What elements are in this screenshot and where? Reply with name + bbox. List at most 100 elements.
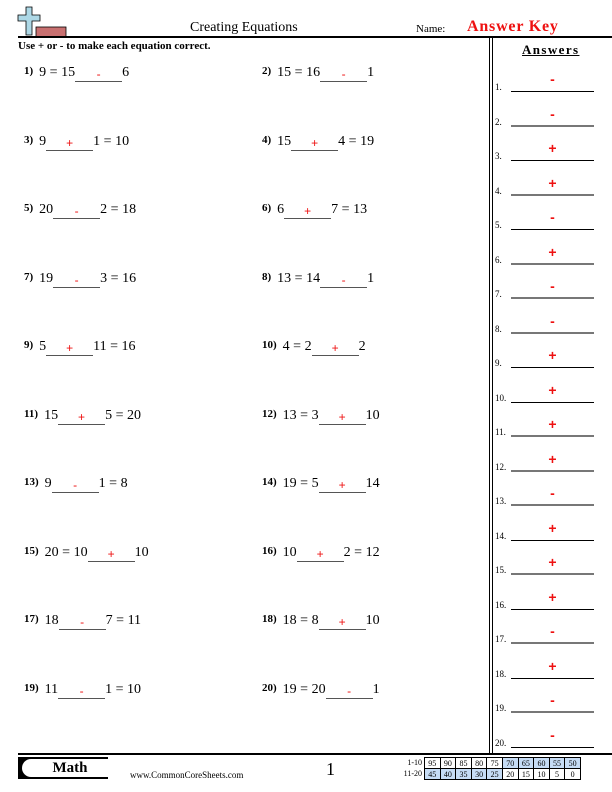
problem-number: 18)	[262, 613, 277, 625]
problem-right: 5 = 20	[105, 407, 141, 423]
answer-blank[interactable]: +	[284, 204, 332, 219]
answer-number: 12.	[495, 461, 507, 472]
answer-field[interactable]: -	[511, 486, 594, 506]
website-link[interactable]: www.CommonCoreSheets.com	[130, 770, 243, 780]
answer-blank[interactable]: +	[46, 136, 94, 151]
problem-right: 10	[365, 407, 380, 423]
answer-field[interactable]: +	[511, 176, 594, 196]
answer-field[interactable]: +	[511, 245, 594, 265]
answer-row-16: 16. +	[495, 590, 610, 610]
answer-field[interactable]: +	[511, 141, 594, 161]
subject-label: Math	[22, 759, 118, 777]
answer-row-10: 10. +	[495, 383, 610, 403]
answer-field[interactable]: +	[511, 555, 594, 575]
answer-blank[interactable]: -	[58, 615, 106, 630]
answer-field[interactable]: -	[511, 210, 594, 230]
answer-field[interactable]: +	[511, 659, 594, 679]
answer-blank[interactable]: +	[311, 341, 359, 356]
answer-row-4: 4. +	[495, 176, 610, 196]
answer-field[interactable]: +	[511, 452, 594, 472]
answer-number: 20.	[495, 737, 507, 748]
problem-number: 3)	[24, 133, 34, 146]
score-cell: 80	[470, 757, 488, 769]
problem-left: 13 = 14	[277, 270, 321, 286]
answer-blank[interactable]: +	[87, 547, 135, 562]
answer-number: 3.	[495, 151, 502, 161]
answer-blank[interactable]: -	[58, 684, 106, 699]
answer-number: 4.	[495, 185, 502, 196]
answer-field[interactable]: +	[511, 417, 594, 437]
answer-row-17: 17. -	[495, 624, 610, 644]
answer-blank[interactable]: -	[75, 67, 123, 82]
answer-blank[interactable]: +	[58, 410, 106, 425]
answer-field[interactable]: +	[511, 348, 594, 368]
answer-field[interactable]: -	[511, 107, 594, 127]
answer-field[interactable]: +	[511, 383, 594, 403]
problem-left: 15	[44, 407, 59, 423]
answer-number: 15.	[495, 565, 507, 575]
answer-row-15: 15. +	[495, 555, 610, 575]
answer-row-20: 20. -	[495, 728, 610, 748]
answer-blank[interactable]: -	[51, 478, 99, 493]
answer-number: 6.	[495, 254, 502, 265]
score-row: 45 40 35 30 25 20 15 10 5 0	[424, 768, 581, 780]
answer-blank[interactable]: -	[320, 273, 368, 288]
problem-right: 4 = 19	[338, 133, 375, 149]
problem-8: 8) 13 = 14-1	[262, 271, 374, 288]
problem-right: 1	[367, 65, 375, 80]
answer-field[interactable]: +	[511, 590, 594, 610]
answer-field[interactable]: -	[511, 624, 594, 644]
answer-field[interactable]: +	[511, 521, 594, 541]
problem-5: 5) 20-2 = 18	[24, 202, 136, 219]
score-cell: 50	[564, 757, 581, 769]
problem-right: 1 = 10	[93, 133, 130, 149]
problem-6: 6) 6 +7 = 13	[262, 202, 367, 219]
answer-blank[interactable]: +	[318, 615, 366, 630]
problem-right: 2	[358, 339, 366, 354]
problem-right: 2 = 18	[100, 202, 137, 217]
answer-number: 11.	[495, 427, 506, 437]
score-cell: 90	[439, 757, 457, 769]
answer-row-11: 11. +	[495, 417, 610, 437]
answer-blank[interactable]: +	[318, 478, 366, 493]
problem-number: 7)	[24, 270, 34, 283]
problem-3: 3) 9 +1 = 10	[24, 134, 129, 151]
problem-left: 19 = 5	[282, 476, 319, 491]
score-cell: 5	[548, 768, 566, 780]
answer-blank[interactable]: -	[53, 204, 101, 219]
score-cell: 0	[564, 768, 581, 780]
answer-field[interactable]: -	[511, 314, 594, 334]
answer-column-divider	[489, 37, 493, 753]
problem-left: 20 = 10	[44, 544, 88, 560]
answer-row-14: 14. +	[495, 521, 610, 541]
answer-row-2: 2. -	[495, 107, 610, 127]
problem-left: 18	[44, 613, 59, 628]
problem-right: 11 = 16	[93, 339, 136, 354]
score-cell: 75	[486, 757, 503, 769]
answer-field[interactable]: -	[511, 279, 594, 299]
answer-field[interactable]: -	[511, 72, 594, 92]
problem-left: 15	[277, 133, 292, 149]
problem-19: 19) 11-1 = 10	[24, 682, 141, 699]
answer-number: 17.	[495, 634, 507, 644]
answer-blank[interactable]: +	[318, 410, 366, 425]
answer-blank[interactable]: -	[53, 273, 101, 288]
answer-row-5: 5. -	[495, 210, 610, 230]
problem-number: 20)	[262, 681, 277, 694]
problem-2: 2) 15 = 16-1	[262, 65, 374, 82]
answer-blank[interactable]: -	[320, 67, 368, 82]
answer-blank[interactable]: +	[46, 341, 94, 356]
answer-blank[interactable]: +	[291, 136, 339, 151]
answer-blank[interactable]: -	[325, 684, 373, 699]
answer-field[interactable]: -	[511, 693, 594, 713]
answer-number: 18.	[495, 668, 507, 679]
answer-number: 1.	[495, 82, 502, 92]
answer-blank[interactable]: +	[296, 547, 344, 562]
problem-right: 10	[365, 613, 380, 628]
answers-heading: Answers	[522, 42, 580, 57]
answer-field[interactable]: -	[511, 728, 594, 748]
score-cell: 60	[533, 757, 550, 769]
header-divider	[18, 36, 612, 38]
problem-left: 13 = 3	[282, 407, 319, 423]
problem-number: 5)	[24, 202, 34, 214]
